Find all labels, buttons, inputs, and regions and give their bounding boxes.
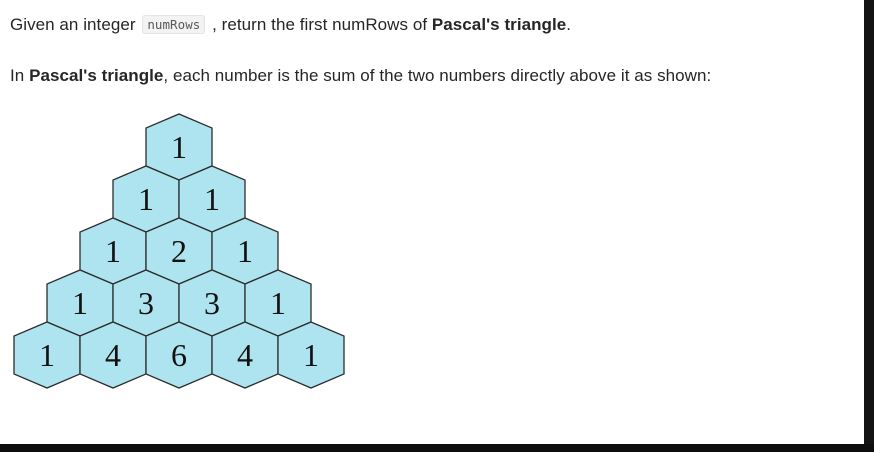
screenshot-frame: Given an integer numRows , return the fi… <box>0 0 874 452</box>
hex-value: 2 <box>171 233 187 269</box>
hex-value: 3 <box>138 285 154 321</box>
statement-prefix: Given an integer <box>10 15 136 34</box>
hex-value: 4 <box>105 337 121 373</box>
hex-value: 3 <box>204 285 220 321</box>
explanation-bold-term: Pascal's triangle <box>29 66 164 85</box>
hex-cell: 6 <box>145 321 213 389</box>
inline-code-numrows: numRows <box>142 15 206 34</box>
problem-statement-line: Given an integer numRows , return the fi… <box>10 15 571 35</box>
hex-cell: 4 <box>79 321 147 389</box>
hex-value: 1 <box>138 181 154 217</box>
hex-value: 1 <box>303 337 319 373</box>
statement-bold-term: Pascal's triangle <box>431 15 567 34</box>
problem-description-panel: Given an integer numRows , return the fi… <box>0 0 864 444</box>
hex-value: 6 <box>171 337 187 373</box>
hex-value: 1 <box>270 285 286 321</box>
explanation-suffix: , each number is the sum of the two numb… <box>163 66 712 85</box>
window-bottom-edge <box>0 444 874 452</box>
explanation-prefix: In <box>10 66 25 85</box>
pascal-triangle-diagram: 11 11 2 11 3 3 11 4 6 4 1 <box>13 113 345 389</box>
hex-value: 1 <box>204 181 220 217</box>
hex-value: 1 <box>105 233 121 269</box>
hex-value: 1 <box>39 337 55 373</box>
explanation-line: In Pascal's triangle, each number is the… <box>10 66 711 86</box>
hex-cell: 1 <box>277 321 345 389</box>
hex-value: 1 <box>72 285 88 321</box>
statement-suffix: . <box>566 15 572 34</box>
statement-middle: , return the first numRows of <box>212 15 428 34</box>
hex-cell: 4 <box>211 321 279 389</box>
window-right-edge <box>864 0 874 452</box>
hex-value: 1 <box>237 233 253 269</box>
hex-value: 4 <box>237 337 253 373</box>
hex-value: 1 <box>171 129 187 165</box>
hex-cell: 1 <box>13 321 81 389</box>
